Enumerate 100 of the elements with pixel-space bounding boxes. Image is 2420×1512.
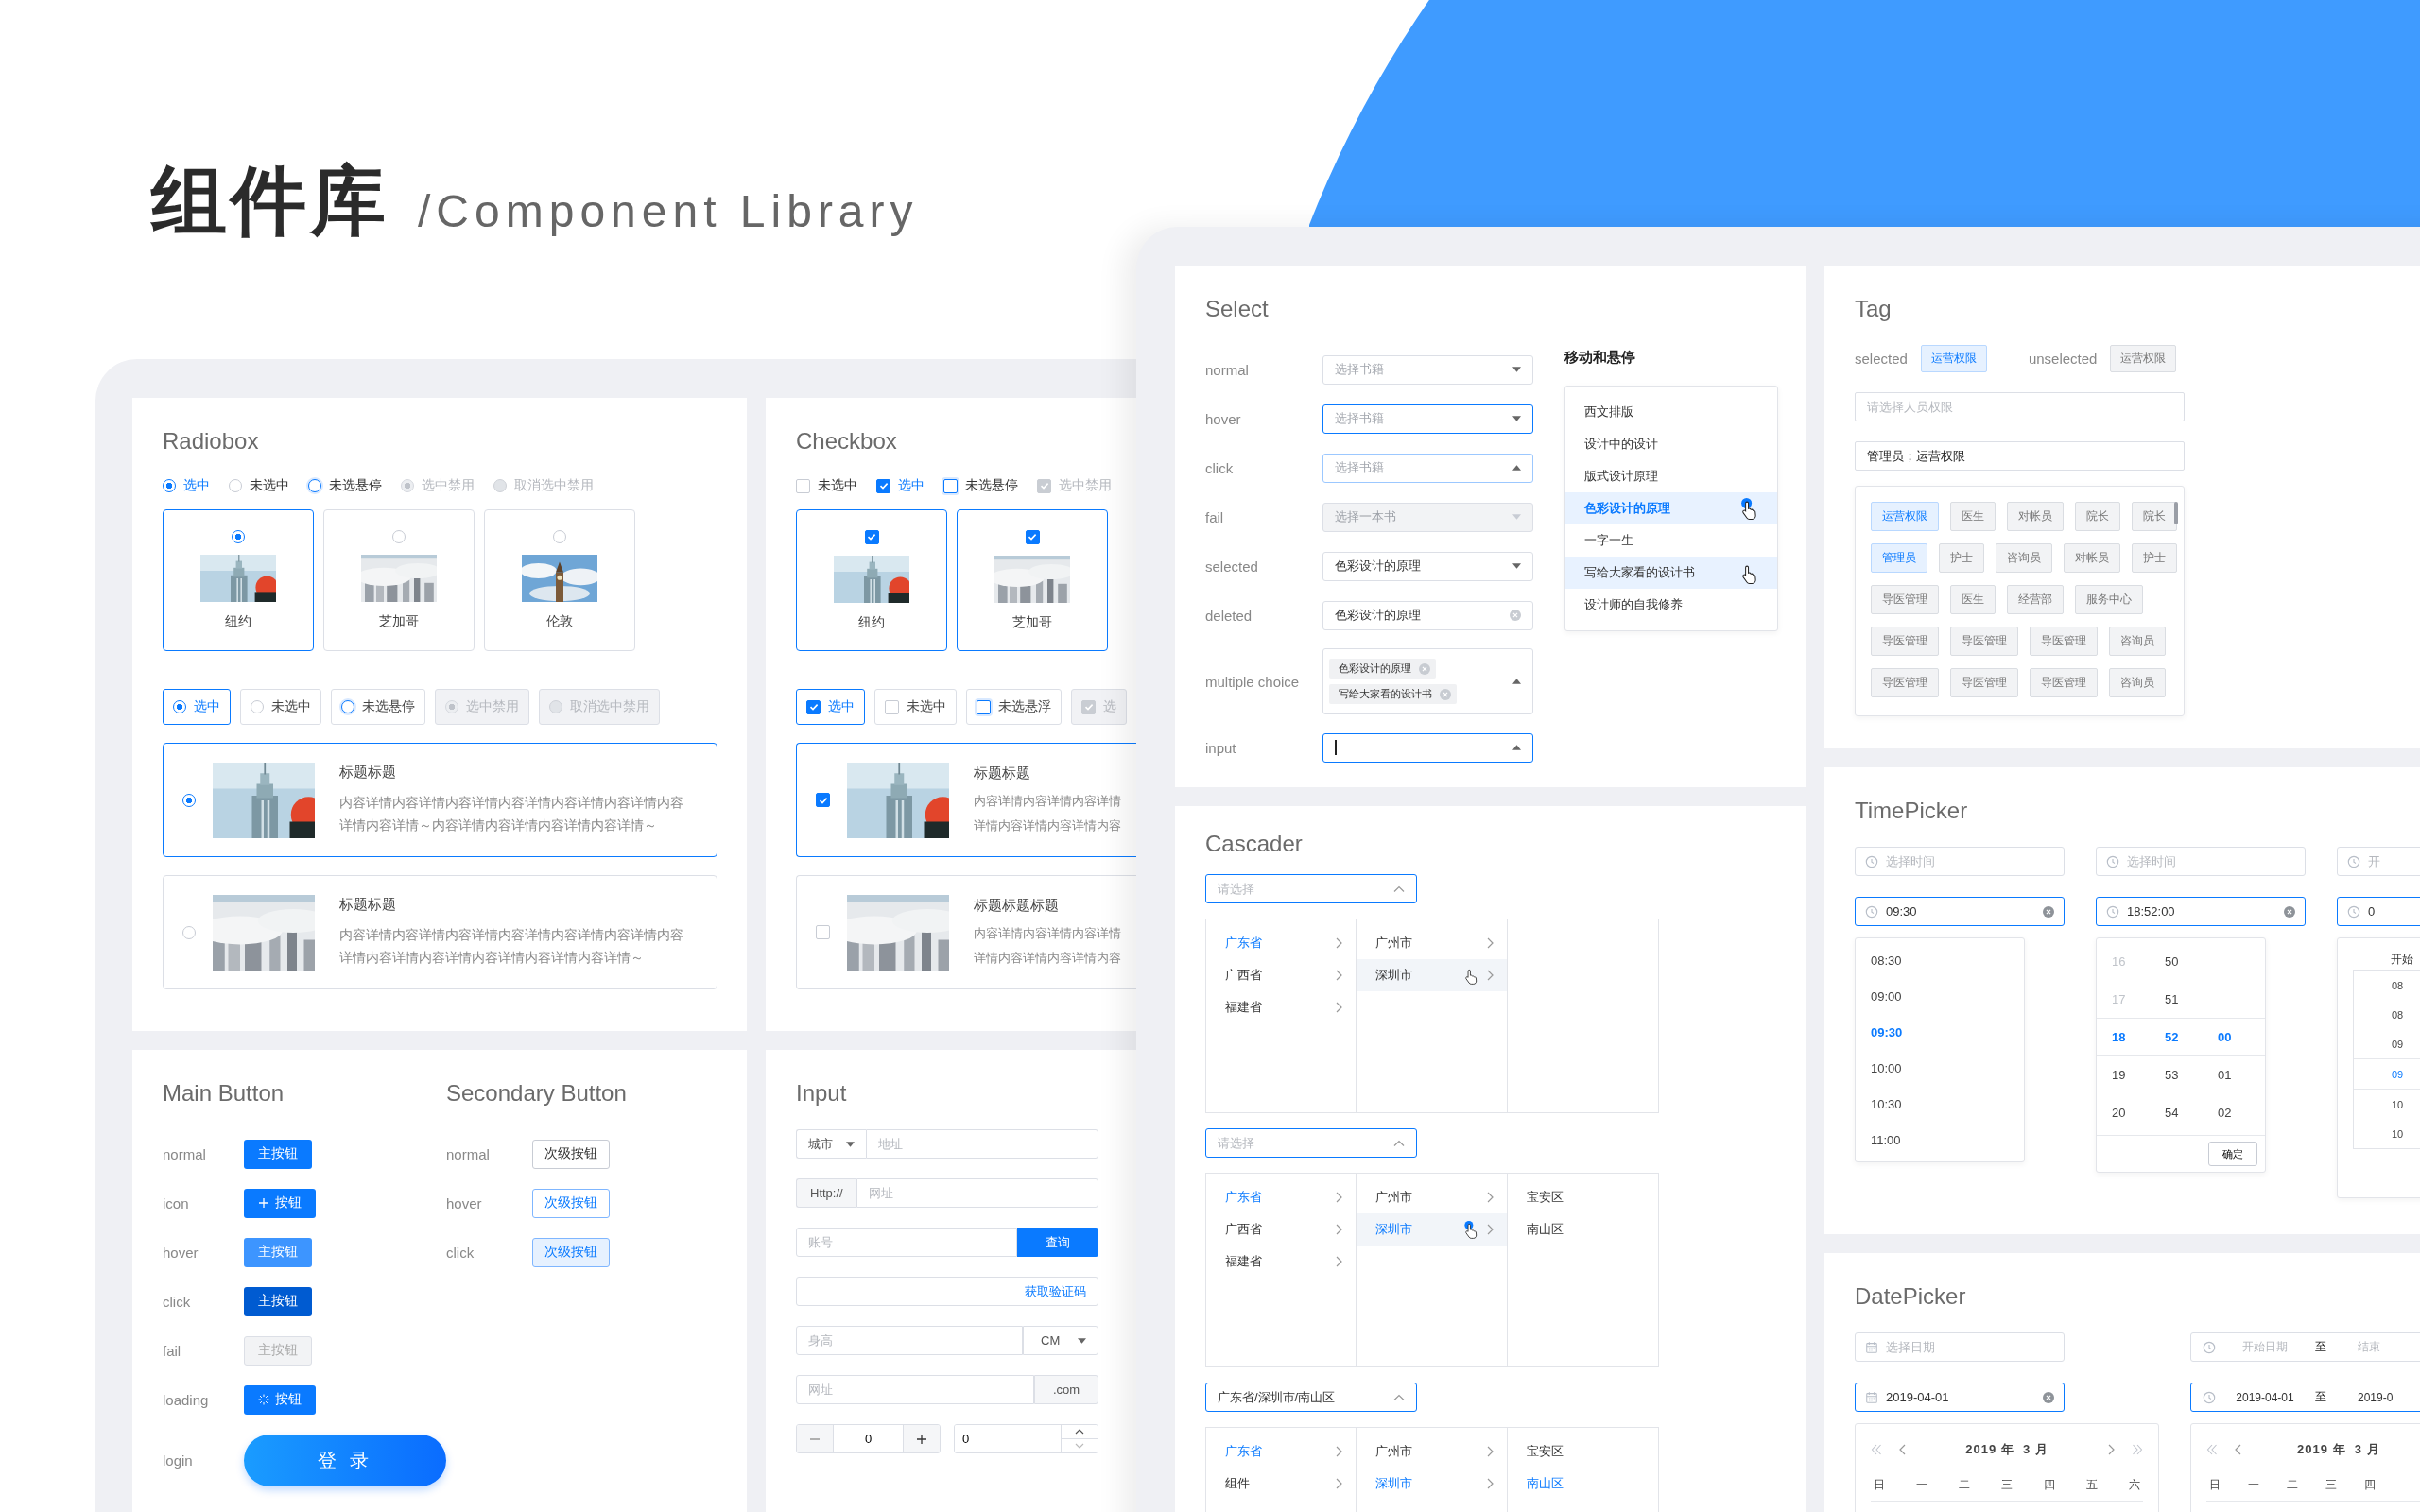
double-chevron-right-icon[interactable] xyxy=(2132,1444,2143,1455)
cascader-option[interactable]: 宝安区 xyxy=(1508,1435,1658,1468)
time-option[interactable]: 52 xyxy=(2150,1029,2203,1044)
time-option[interactable]: 10:30 xyxy=(1856,1086,2024,1122)
tag[interactable]: 医生 xyxy=(1950,502,1996,531)
cascader-option[interactable]: 深圳市 xyxy=(1357,1468,1507,1500)
clear-icon[interactable] xyxy=(2043,1391,2054,1403)
time-option[interactable]: 19 xyxy=(2097,1067,2150,1082)
cascader-option[interactable]: 南山区 xyxy=(1508,1213,1658,1246)
plus-button[interactable] xyxy=(904,1425,940,1452)
input-field[interactable]: 请选择人员权限 xyxy=(1855,392,2185,421)
time-option[interactable]: 11:00 xyxy=(1856,1122,2024,1158)
tag[interactable]: 护士 xyxy=(1939,543,1984,573)
time-field[interactable]: 09:30 xyxy=(1855,897,2065,926)
tag[interactable]: 院长 xyxy=(2132,502,2177,531)
cascader-option[interactable]: 广州市 xyxy=(1357,1181,1507,1213)
tag[interactable]: 导医管理 xyxy=(1871,668,1939,697)
double-chevron-left-icon[interactable] xyxy=(1871,1444,1882,1455)
checkbox-option-button[interactable]: 未选悬浮 xyxy=(966,689,1062,725)
tag[interactable]: 咨询员 xyxy=(2109,627,2166,656)
get-code-link[interactable]: 获取验证码 xyxy=(1025,1282,1086,1300)
checkbox-card[interactable]: 芝加哥 xyxy=(957,509,1108,651)
checkbox[interactable] xyxy=(1025,529,1040,544)
select-field[interactable]: 色彩设计的原理 写给大家看的设计书 xyxy=(1322,648,1533,714)
tag[interactable]: 护士 xyxy=(2132,543,2177,573)
radio-button[interactable] xyxy=(308,479,321,492)
clear-icon[interactable] xyxy=(1440,688,1451,700)
double-chevron-left-icon[interactable] xyxy=(2206,1444,2218,1455)
tag[interactable]: 导医管理 xyxy=(1871,585,1939,614)
login-button[interactable]: 登 录 xyxy=(244,1434,446,1486)
clear-icon[interactable] xyxy=(2284,905,2295,918)
primary-button[interactable]: 主按钮 xyxy=(244,1286,312,1316)
radio-card[interactable]: 纽约 xyxy=(163,509,314,651)
time-option[interactable]: 10:00 xyxy=(1856,1050,2024,1086)
tag[interactable]: 导医管理 xyxy=(1950,668,2018,697)
tag[interactable]: 导医管理 xyxy=(2030,627,2098,656)
cascader-option[interactable]: 广东省 xyxy=(1206,1435,1356,1468)
select-field[interactable] xyxy=(1322,732,1533,763)
checkbox-option-button[interactable]: 未选中 xyxy=(874,689,957,725)
dropdown-item[interactable]: 设计中的设计 xyxy=(1565,428,1777,460)
tag[interactable]: 导医管理 xyxy=(1871,627,1939,656)
dropdown-item[interactable]: 西文排版 xyxy=(1565,396,1777,428)
date-field[interactable]: 2019-04-01 xyxy=(1855,1383,2065,1412)
cascader-option[interactable]: 广西省 xyxy=(1206,1213,1356,1246)
time-option[interactable]: 08 xyxy=(2354,1000,2420,1029)
tag[interactable]: 导医管理 xyxy=(2030,668,2098,697)
cascader-option[interactable]: 广东省 xyxy=(1206,1181,1356,1213)
tag[interactable]: 经营部 xyxy=(2007,585,2064,614)
cascader-option[interactable]: 组件 xyxy=(1206,1468,1356,1500)
cascader-option[interactable]: 宝安区 xyxy=(1508,1181,1658,1213)
input-field[interactable]: 账号 xyxy=(796,1228,1017,1257)
time-option[interactable]: 09 xyxy=(2354,1058,2420,1090)
cascader-option[interactable]: 南山区 xyxy=(1508,1468,1658,1500)
secondary-button[interactable]: 次级按钮 xyxy=(532,1139,610,1169)
time-option[interactable]: 08:30 xyxy=(1856,942,2024,978)
cascader-option[interactable]: 福建省 xyxy=(1206,991,1356,1023)
input-field[interactable]: 网址 xyxy=(856,1178,1098,1208)
time-field[interactable]: 0 xyxy=(2337,897,2420,926)
tag[interactable]: 运营权限 xyxy=(1920,345,1987,372)
time-field[interactable]: 18:52:00 xyxy=(2096,897,2306,926)
time-option[interactable]: 02 xyxy=(2203,1105,2256,1120)
cascader-option[interactable]: 广东省 xyxy=(1206,927,1356,959)
tag[interactable]: 管理员 xyxy=(1871,543,1927,573)
primary-button[interactable]: 按钮 xyxy=(244,1384,316,1415)
unit-select[interactable]: CM xyxy=(1023,1326,1098,1355)
time-option[interactable]: 20 xyxy=(2097,1105,2150,1120)
clear-icon[interactable] xyxy=(2043,905,2054,918)
date-range-field[interactable]: 2019-04-01 至 2019-0 xyxy=(2190,1383,2420,1412)
query-button[interactable]: 查询 xyxy=(1017,1228,1098,1257)
cascader-option[interactable]: 广州市 xyxy=(1357,1435,1507,1468)
time-option[interactable]: 01 xyxy=(2203,1067,2256,1082)
tag[interactable]: 导医管理 xyxy=(1950,627,2018,656)
tag[interactable]: 运营权限 xyxy=(1871,502,1939,531)
checkbox[interactable] xyxy=(876,478,890,493)
time-option[interactable]: 09:30 xyxy=(1856,1014,2024,1050)
checkbox[interactable] xyxy=(943,478,958,493)
tag[interactable]: 对帐员 xyxy=(2064,543,2120,573)
cascader-field[interactable]: 广东省/深圳市/南山区 xyxy=(1205,1383,1417,1412)
checkbox[interactable] xyxy=(864,529,879,544)
time-option[interactable]: 09 xyxy=(2354,1029,2420,1058)
number-field[interactable]: 0 xyxy=(833,1425,904,1452)
dropdown-item[interactable]: 一字一生 xyxy=(1565,524,1777,557)
dropdown-item[interactable]: 设计师的自我修养 xyxy=(1565,589,1777,621)
dropdown-item[interactable]: 色彩设计的原理 xyxy=(1565,492,1777,524)
time-option[interactable]: 09:00 xyxy=(1856,978,2024,1014)
checkbox[interactable] xyxy=(796,478,810,493)
tag[interactable]: 医生 xyxy=(1950,585,1996,614)
time-option[interactable]: 51 xyxy=(2150,991,2203,1006)
time-option[interactable]: 10 xyxy=(2354,1090,2420,1119)
radio-option-button[interactable]: 未选中 xyxy=(240,689,321,725)
cascader-option[interactable]: 深圳市 xyxy=(1357,1213,1507,1246)
tag[interactable]: 对帐员 xyxy=(2007,502,2064,531)
input-field[interactable]: 获取验证码 xyxy=(796,1277,1098,1306)
primary-button[interactable]: 主按钮 xyxy=(244,1139,312,1169)
cascader-option[interactable]: 深圳市 xyxy=(1357,959,1507,991)
time-option[interactable]: 10 xyxy=(2354,1119,2420,1148)
dropdown-item[interactable]: 版式设计原理 xyxy=(1565,460,1777,492)
radio-option-button[interactable]: 未选悬停 xyxy=(331,689,425,725)
date-range-field[interactable]: 开始日期 至 结束 xyxy=(2190,1332,2420,1362)
cascader-option[interactable]: 广西省 xyxy=(1206,959,1356,991)
